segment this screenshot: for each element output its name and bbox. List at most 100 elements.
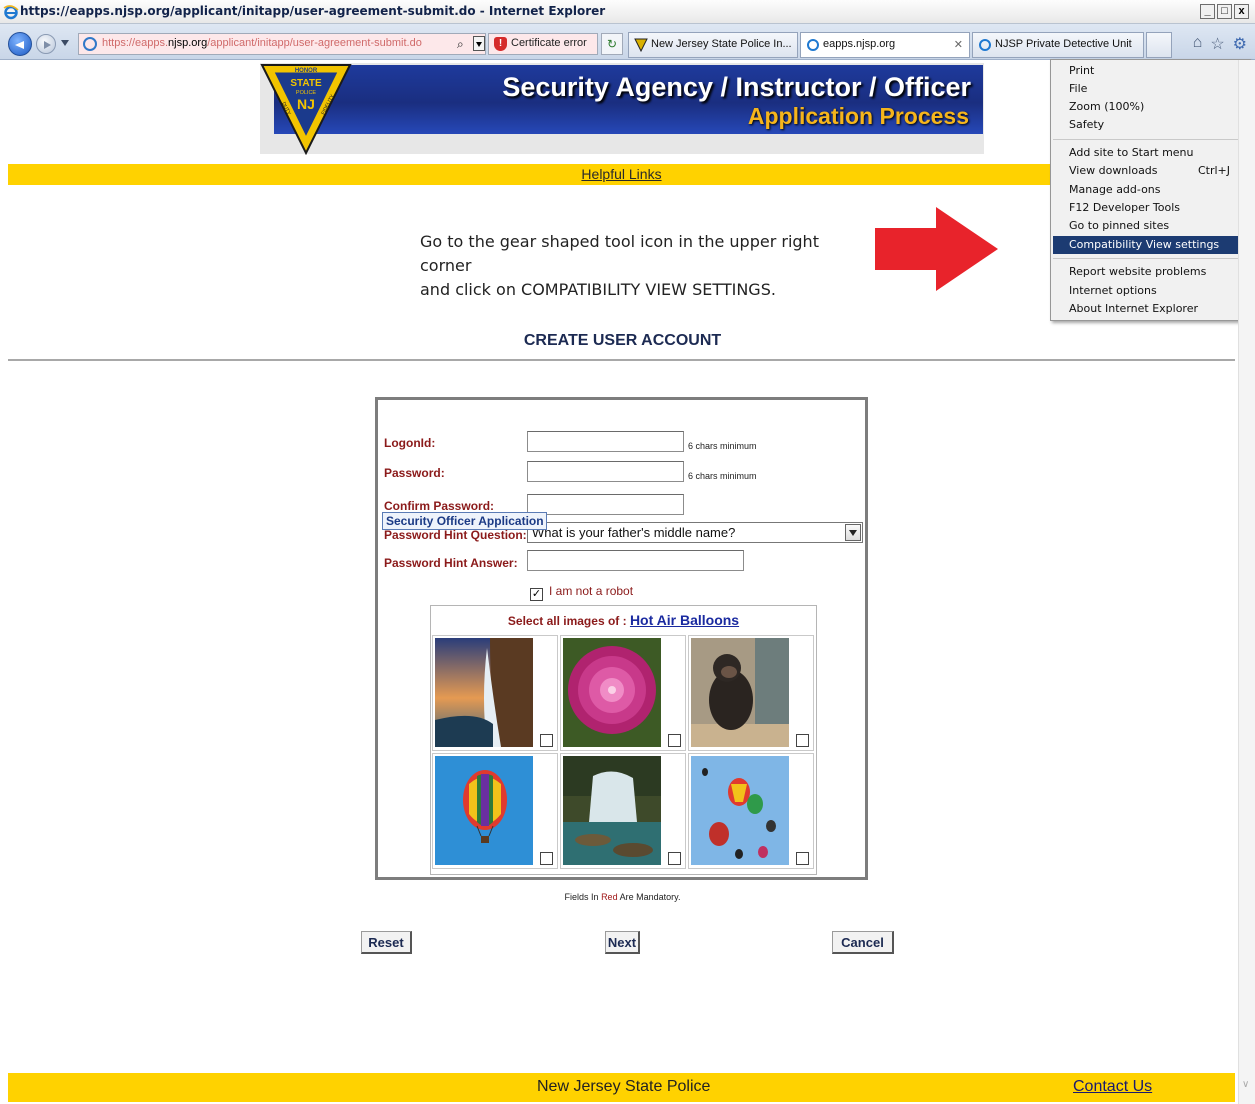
address-bar[interactable]: https://eapps.njsp.org/applicant/initapp… [78,33,486,55]
menu-item-about-ie[interactable]: About Internet Explorer [1053,300,1250,318]
tab-njsp-private-detective[interactable]: NJSP Private Detective Unit [972,32,1144,58]
shield-error-icon: ! [494,37,507,51]
menu-item-pinned-sites[interactable]: Go to pinned sites [1053,217,1250,235]
captcha-cell[interactable] [560,635,686,751]
certificate-error-label: Certificate error [511,37,587,49]
tab-label: NJSP Private Detective Unit [995,38,1132,50]
menu-item-view-downloads[interactable]: View downloads Ctrl+J [1053,162,1250,180]
waterfall-sunset-image[interactable] [435,638,533,747]
captcha-cell[interactable] [560,753,686,869]
hot-air-balloons-sky-image[interactable] [691,756,789,865]
menu-item-zoom[interactable]: Zoom (100%) [1053,98,1250,116]
title-bar: https://eapps.njsp.org/applicant/initapp… [0,0,1255,24]
minimize-button[interactable]: _ [1200,4,1215,19]
menu-item-file[interactable]: File [1053,80,1250,98]
banner-subtitle: Application Process [747,103,969,129]
robot-label: I am not a robot [549,584,634,598]
internet-explorer-icon [3,5,19,20]
mandatory-note: Fields In Red Are Mandatory. [564,892,681,902]
reset-button[interactable]: Reset [361,931,412,954]
captcha-cell[interactable] [432,753,558,869]
tab-label: eapps.njsp.org [823,38,896,50]
menu-item-report-problems[interactable]: Report website problems [1053,263,1250,281]
address-dropdown-button[interactable] [473,36,485,51]
confirm-password-input[interactable] [527,494,684,515]
ie-page-icon [979,39,991,51]
hint-question-select[interactable]: What is your father's middle name? [527,522,863,543]
new-tab-button[interactable] [1146,32,1172,58]
address-url[interactable]: https://eapps.njsp.org/applicant/initapp… [102,37,422,49]
close-window-button[interactable]: x [1234,4,1249,19]
logon-id-hint: 6 chars minimum [688,441,757,451]
chevron-down-icon[interactable] [845,524,861,541]
hint-question-label: Password Hint Question: [384,528,527,542]
captcha-checkbox[interactable] [668,734,681,747]
menu-item-safety[interactable]: Safety [1053,116,1250,134]
menu-shortcut: Ctrl+J [1197,164,1230,177]
captcha-checkbox[interactable] [796,852,809,865]
red-arrow-icon [875,207,998,291]
menu-item-print[interactable]: Print [1053,62,1250,80]
menu-separator [1053,139,1250,140]
hint-answer-label: Password Hint Answer: [384,556,518,570]
captcha-checkbox[interactable] [540,852,553,865]
menu-item-compatibility-view-settings[interactable]: Compatibility View settings [1053,236,1250,254]
captcha-checkbox[interactable] [796,734,809,747]
confirm-password-label: Confirm Password: [384,499,495,513]
restore-button[interactable]: □ [1217,4,1232,19]
favorites-star-icon[interactable]: ☆ [1210,34,1224,54]
menu-item-f12-tools[interactable]: F12 Developer Tools [1053,199,1250,217]
ie-page-icon [807,39,819,51]
tab-eapps[interactable]: eapps.njsp.org ✕ [800,32,970,58]
menu-item-internet-options[interactable]: Internet options [1053,282,1250,300]
robot-checkbox-row[interactable]: ✓ I am not a robot [530,584,633,601]
captcha-cell[interactable] [688,635,814,751]
captcha-checkbox[interactable] [540,734,553,747]
close-tab-icon[interactable]: ✕ [954,38,963,51]
next-button[interactable]: Next [605,931,640,954]
password-input[interactable] [527,461,684,482]
password-label: Password: [384,466,445,480]
cancel-button[interactable]: Cancel [832,931,894,954]
robot-checkbox[interactable]: ✓ [530,588,543,601]
back-button[interactable] [8,32,32,56]
banner-title-panel: Security Agency / Instructor / Officer A… [274,65,983,134]
instruction-line-1: Go to the gear shaped tool icon in the u… [420,232,819,275]
create-account-form: LogonId: 6 chars minimum Password: 6 cha… [375,397,868,880]
menu-item-manage-addons[interactable]: Manage add-ons [1053,181,1250,199]
gear-icon[interactable]: ⚙ [1233,34,1247,54]
chevron-down-icon[interactable]: ∨ [1242,1079,1249,1090]
contact-us-link[interactable]: Contact Us [1073,1078,1152,1096]
history-dropdown-icon[interactable] [61,40,69,46]
image-captcha: Select all images of : Hot Air Balloons [430,605,817,875]
pink-dahlia-image[interactable] [563,638,661,747]
menu-item-add-to-start[interactable]: Add site to Start menu [1053,144,1250,162]
banner-title: Security Agency / Instructor / Officer [502,72,971,102]
captcha-checkbox[interactable] [668,852,681,865]
chimpanzee-image[interactable] [691,638,789,747]
search-icon[interactable]: ⌕ [457,37,464,52]
vertical-scrollbar[interactable]: ∨ [1238,60,1255,1104]
refresh-button[interactable]: ↻ [601,33,623,55]
tab-new-jersey-state-police[interactable]: New Jersey State Police In... [628,32,798,58]
instruction-line-2: and click on COMPATIBILITY VIEW SETTINGS… [420,280,776,299]
captcha-prompt: Select all images of : Hot Air Balloons [507,612,740,628]
forward-button[interactable] [36,34,56,54]
footer-bar: New Jersey State Police Contact Us [8,1073,1235,1102]
logon-id-input[interactable] [527,431,684,452]
logon-id-label: LogonId: [384,436,436,450]
tab-label: New Jersey State Police In... [651,38,792,50]
captcha-cell[interactable] [688,753,814,869]
instruction-text: Go to the gear shaped tool icon in the u… [420,230,860,302]
menu-separator [1053,258,1250,259]
password-hint: 6 chars minimum [688,471,757,481]
svg-text:STATE: STATE [290,78,322,89]
footer-org-name: New Jersey State Police [537,1078,711,1095]
captcha-cell[interactable] [432,635,558,751]
waterfall-rocks-image[interactable] [563,756,661,865]
certificate-error-button[interactable]: ! Certificate error [488,33,598,55]
hot-air-balloon-image[interactable] [435,756,533,865]
home-icon[interactable]: ⌂ [1193,34,1203,54]
captcha-target-link[interactable]: Hot Air Balloons [630,612,739,628]
hint-answer-input[interactable] [527,550,744,571]
